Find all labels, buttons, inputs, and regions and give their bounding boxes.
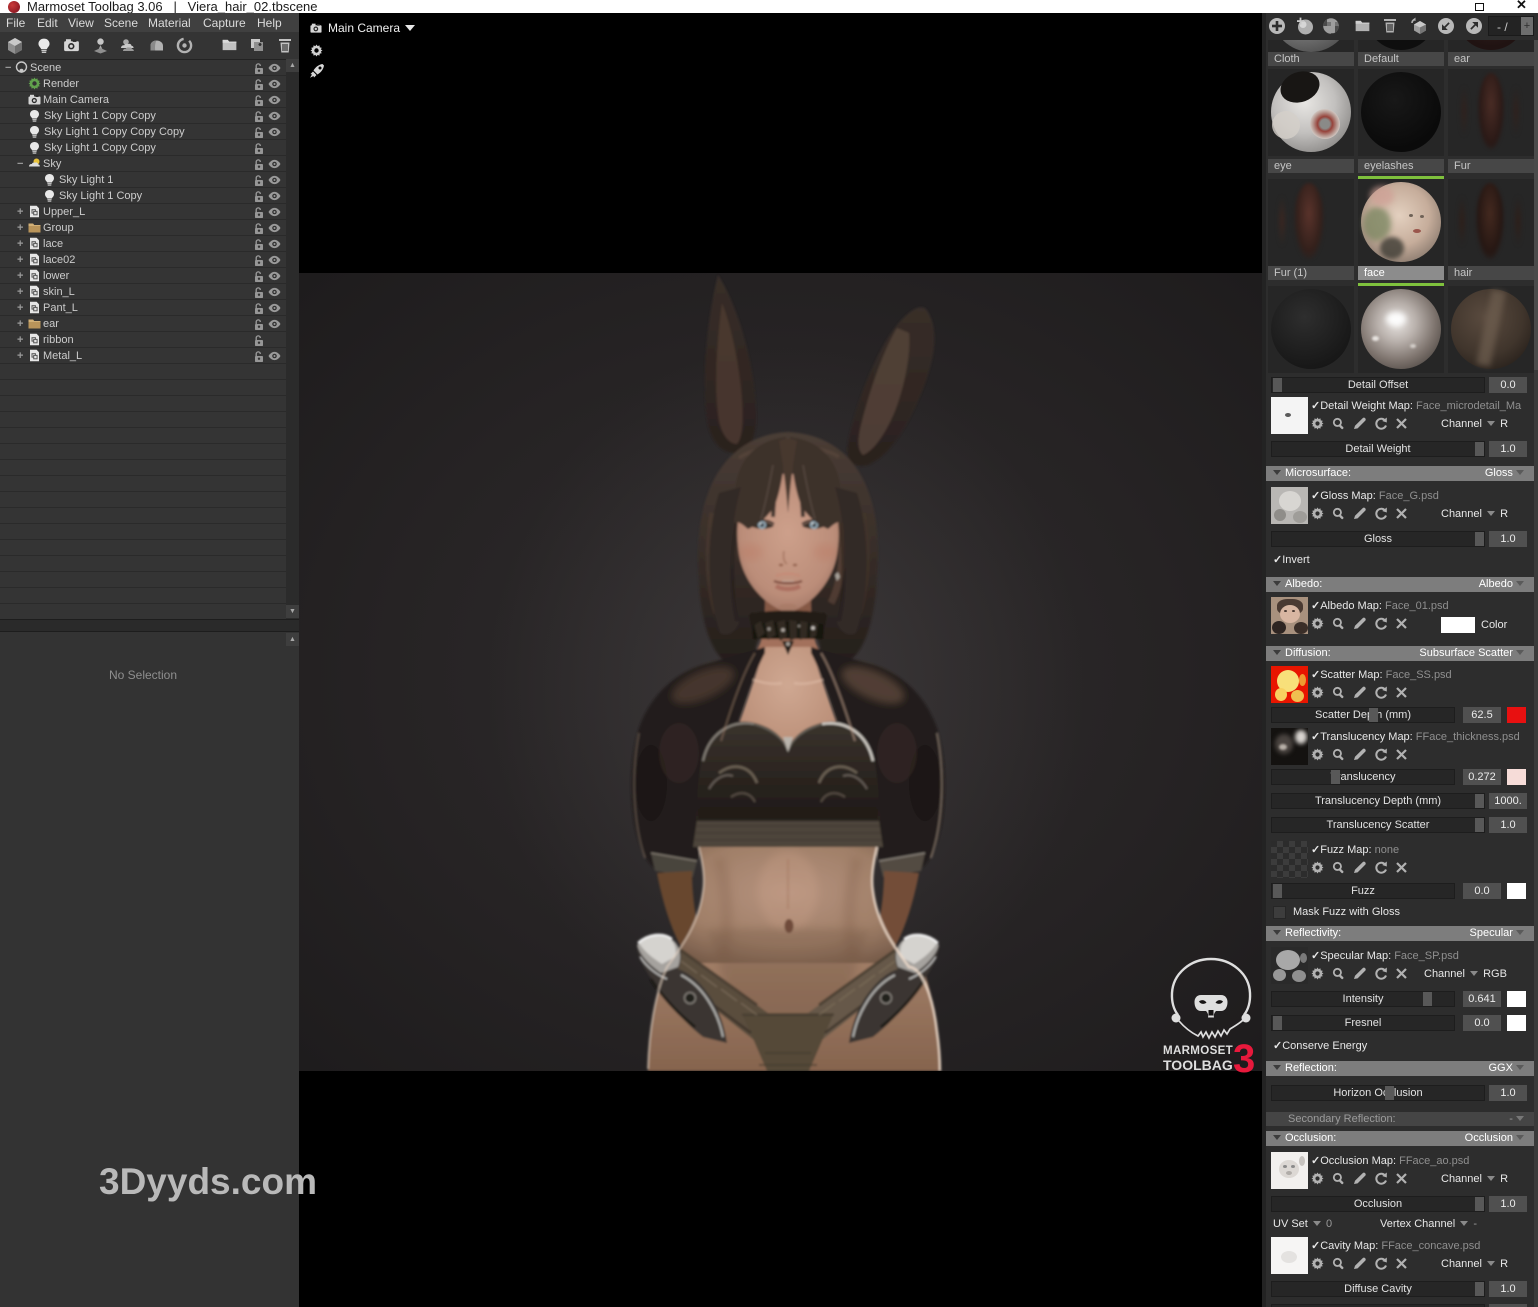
svg-text:TOOLBAG: TOOLBAG <box>1163 1057 1233 1073</box>
svg-text:3: 3 <box>1233 1037 1255 1079</box>
svg-text:MARMOSET: MARMOSET <box>1163 1044 1233 1057</box>
